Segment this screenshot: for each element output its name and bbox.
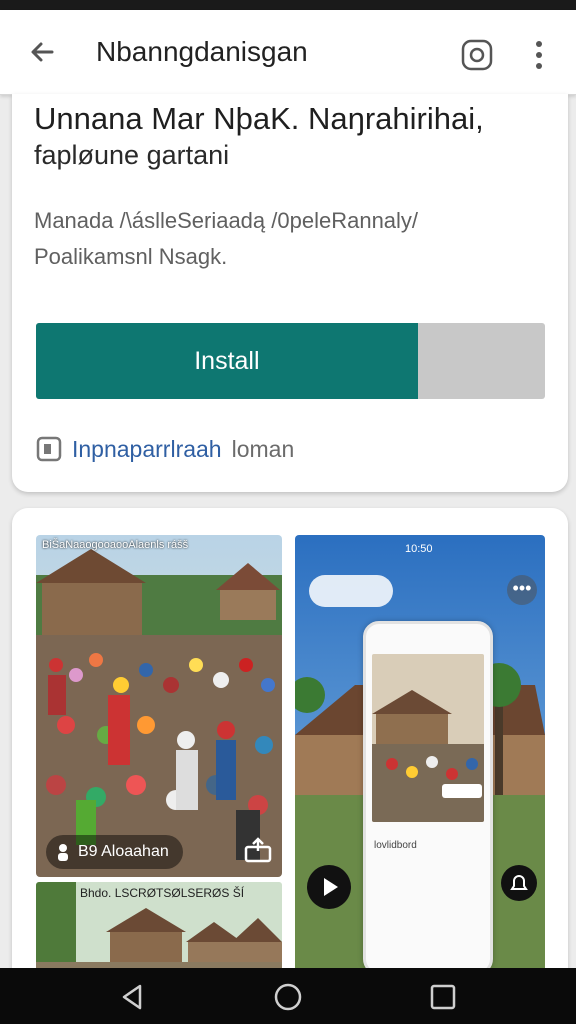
phone-screen: [372, 654, 484, 822]
location-badge[interactable]: B9 Aloaahan: [46, 835, 183, 869]
app-bar-title: Nbanngdanisgan: [96, 36, 308, 67]
share-icon[interactable]: [460, 38, 494, 72]
more-horiz-icon[interactable]: •••: [507, 575, 537, 605]
screenshot-caption: Bhdo. LSCRØTSØLSERØS ŠÍ: [80, 886, 245, 900]
screenshot-caption: BiŠaNaaogooaooAlaenls rášš: [42, 539, 189, 551]
screenshot-village[interactable]: Bhdo. LSCRØTSØLSERØS ŠÍ: [36, 882, 282, 978]
status-bar: [0, 0, 576, 10]
info-row[interactable]: Inpnaparrlraah loman: [36, 434, 294, 464]
info-box-icon: [36, 436, 62, 462]
play-icon[interactable]: [307, 865, 351, 909]
phone-caption: lovlidbord: [374, 840, 417, 851]
more-vert-icon[interactable]: [526, 38, 552, 72]
nav-recents-icon[interactable]: [428, 982, 458, 1012]
screenshot-crowd[interactable]: BiŠaNaaogooaooAlaenls rášš B9 Aloaahan: [36, 535, 282, 877]
info-text: loman: [231, 435, 295, 462]
share-icon[interactable]: [242, 835, 274, 867]
bell-icon[interactable]: [501, 865, 537, 901]
arrow-left-icon[interactable]: [26, 36, 58, 68]
nav-home-icon[interactable]: [273, 982, 303, 1012]
install-button[interactable]: Install: [36, 323, 545, 399]
app-bar: Nbanngdanisgan: [0, 10, 576, 95]
person-icon: [58, 844, 68, 861]
crowd-illustration: [36, 535, 282, 877]
app-name: Unnana Mar NþaK. Naŋrahirihai,: [34, 101, 484, 136]
install-label: Install: [194, 347, 260, 375]
info-link[interactable]: Inpnaparrlraah: [72, 436, 222, 463]
location-badge-label: B9 Aloaahan: [78, 843, 169, 860]
phone-screen-illustration: [372, 654, 484, 822]
app-subtitle: fapløune gartani: [34, 140, 230, 170]
phone-mockup: lovlidbord: [363, 621, 493, 975]
app-description-line2: Poalikamsnl Nsagk.: [34, 244, 228, 269]
nav-back-icon[interactable]: [118, 982, 148, 1012]
screenshot-chip: [309, 575, 393, 607]
app-details-card: Unnana Mar NþaK. Naŋrahirihai, fapløune …: [12, 94, 568, 492]
screenshots-card: BiŠaNaaogooaooAlaenls rášš B9 Aloaahan B…: [12, 508, 568, 978]
screenshot-phone-app[interactable]: 10:50 ••• lovlidbord: [295, 535, 545, 978]
system-nav-bar: [0, 968, 576, 1024]
status-time: 10:50: [405, 543, 433, 555]
app-description-line1: Manada /\áslleSeriaadą /0peleRannaly/: [34, 208, 419, 233]
